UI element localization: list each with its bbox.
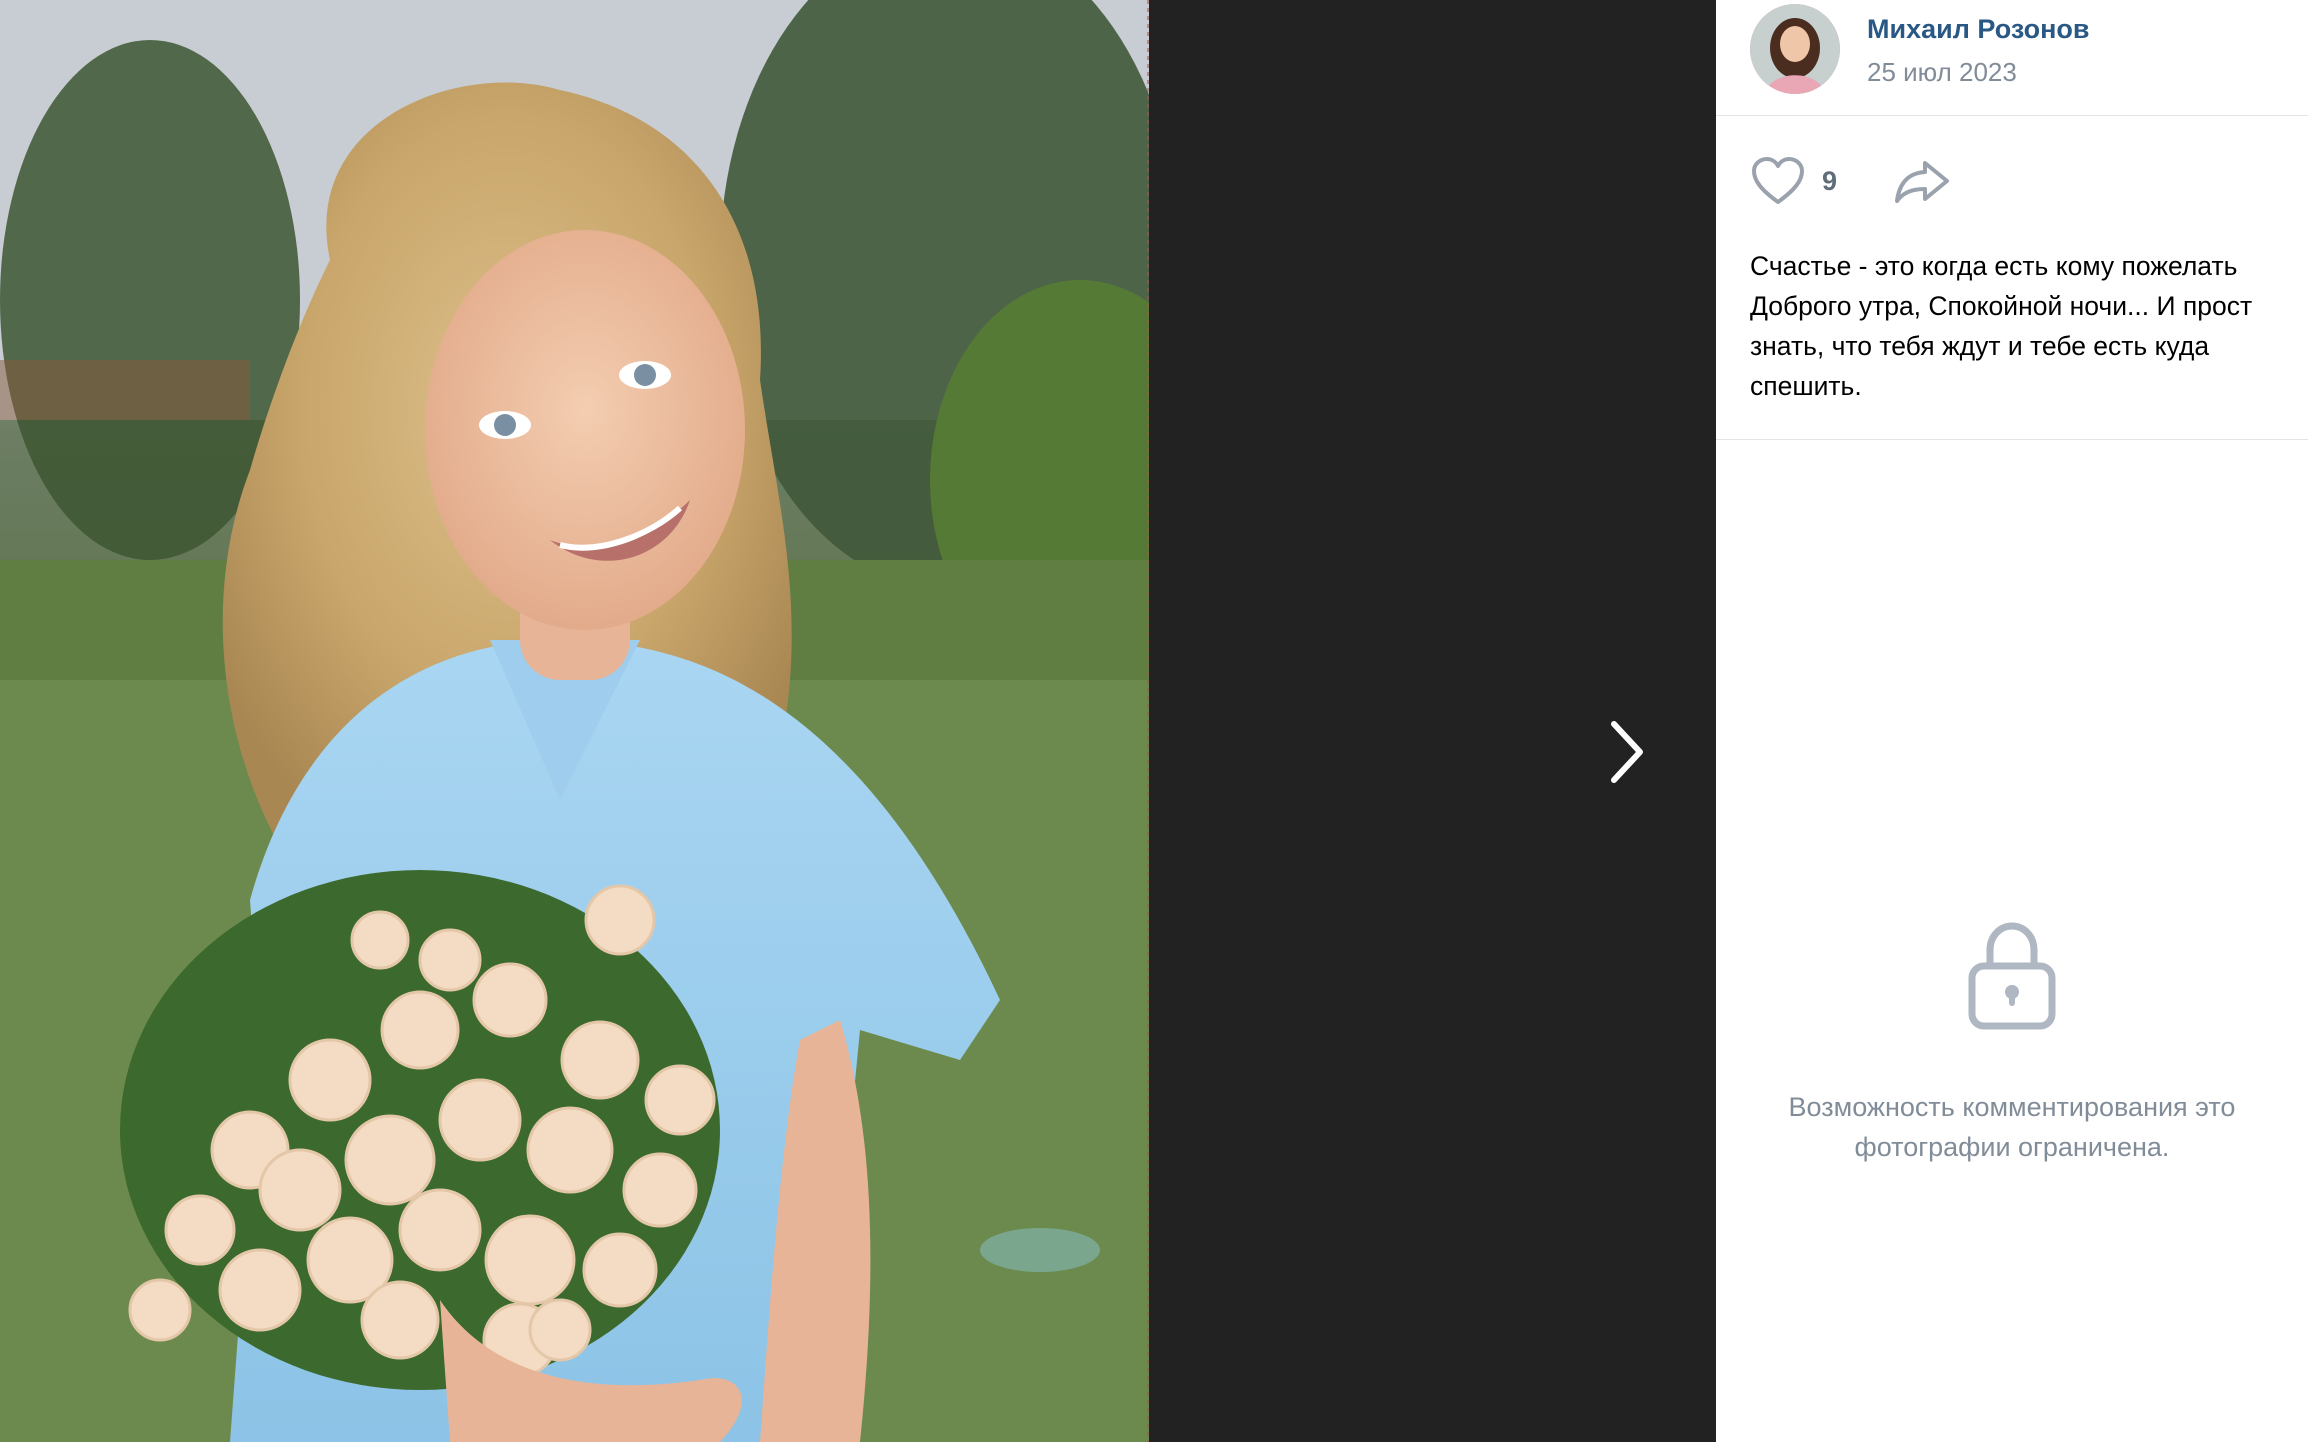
avatar-photo-icon [1750, 4, 1840, 94]
author-header: Михаил Розонов 25 июл 2023 [1716, 0, 2308, 116]
author-name-link[interactable]: Михаил Розонов [1867, 12, 2090, 46]
caption-line: спешить. [1750, 371, 1862, 401]
comments-restricted: Возможность комментирования это фотограф… [1716, 920, 2308, 1167]
photo-caption: Счастье - это когда есть кому пожелать Д… [1716, 246, 2308, 440]
chevron-right-icon [1611, 721, 1643, 783]
caption-line: Доброго утра, Спокойной ночи... И прост [1750, 291, 2253, 321]
author-meta: Михаил Розонов 25 июл 2023 [1867, 4, 2090, 89]
like-count: 9 [1822, 165, 1838, 196]
comments-restricted-text: Возможность комментирования это фотограф… [1716, 1087, 2308, 1167]
restricted-line: фотографии ограничена. [1854, 1132, 2170, 1162]
avatar[interactable] [1750, 4, 1840, 94]
lock-icon [1968, 922, 2056, 1030]
heart-icon [1752, 157, 1804, 204]
post-actions: 9 [1716, 116, 2308, 246]
photo-sidebar: Михаил Розонов 25 июл 2023 9 Счастье - э… [1716, 0, 2308, 1442]
like-button[interactable]: 9 [1750, 156, 1837, 206]
post-date: 25 июл 2023 [1867, 57, 2017, 87]
restricted-line: Возможность комментирования это [1788, 1092, 2236, 1122]
share-arrow-icon [1895, 161, 1950, 203]
photo-illustration [0, 0, 1149, 1442]
photo-viewer: Михаил Розонов 25 июл 2023 9 Счастье - э… [0, 0, 2308, 1442]
photo-stage [0, 0, 1716, 1442]
caption-line: Счастье - это когда есть кому пожелать [1750, 251, 2238, 281]
caption-line: знать, что тебя ждут и тебе есть куда [1750, 331, 2210, 361]
next-photo-button[interactable] [1600, 712, 1656, 792]
photo[interactable] [0, 0, 1149, 1442]
share-button[interactable] [1893, 159, 1951, 203]
